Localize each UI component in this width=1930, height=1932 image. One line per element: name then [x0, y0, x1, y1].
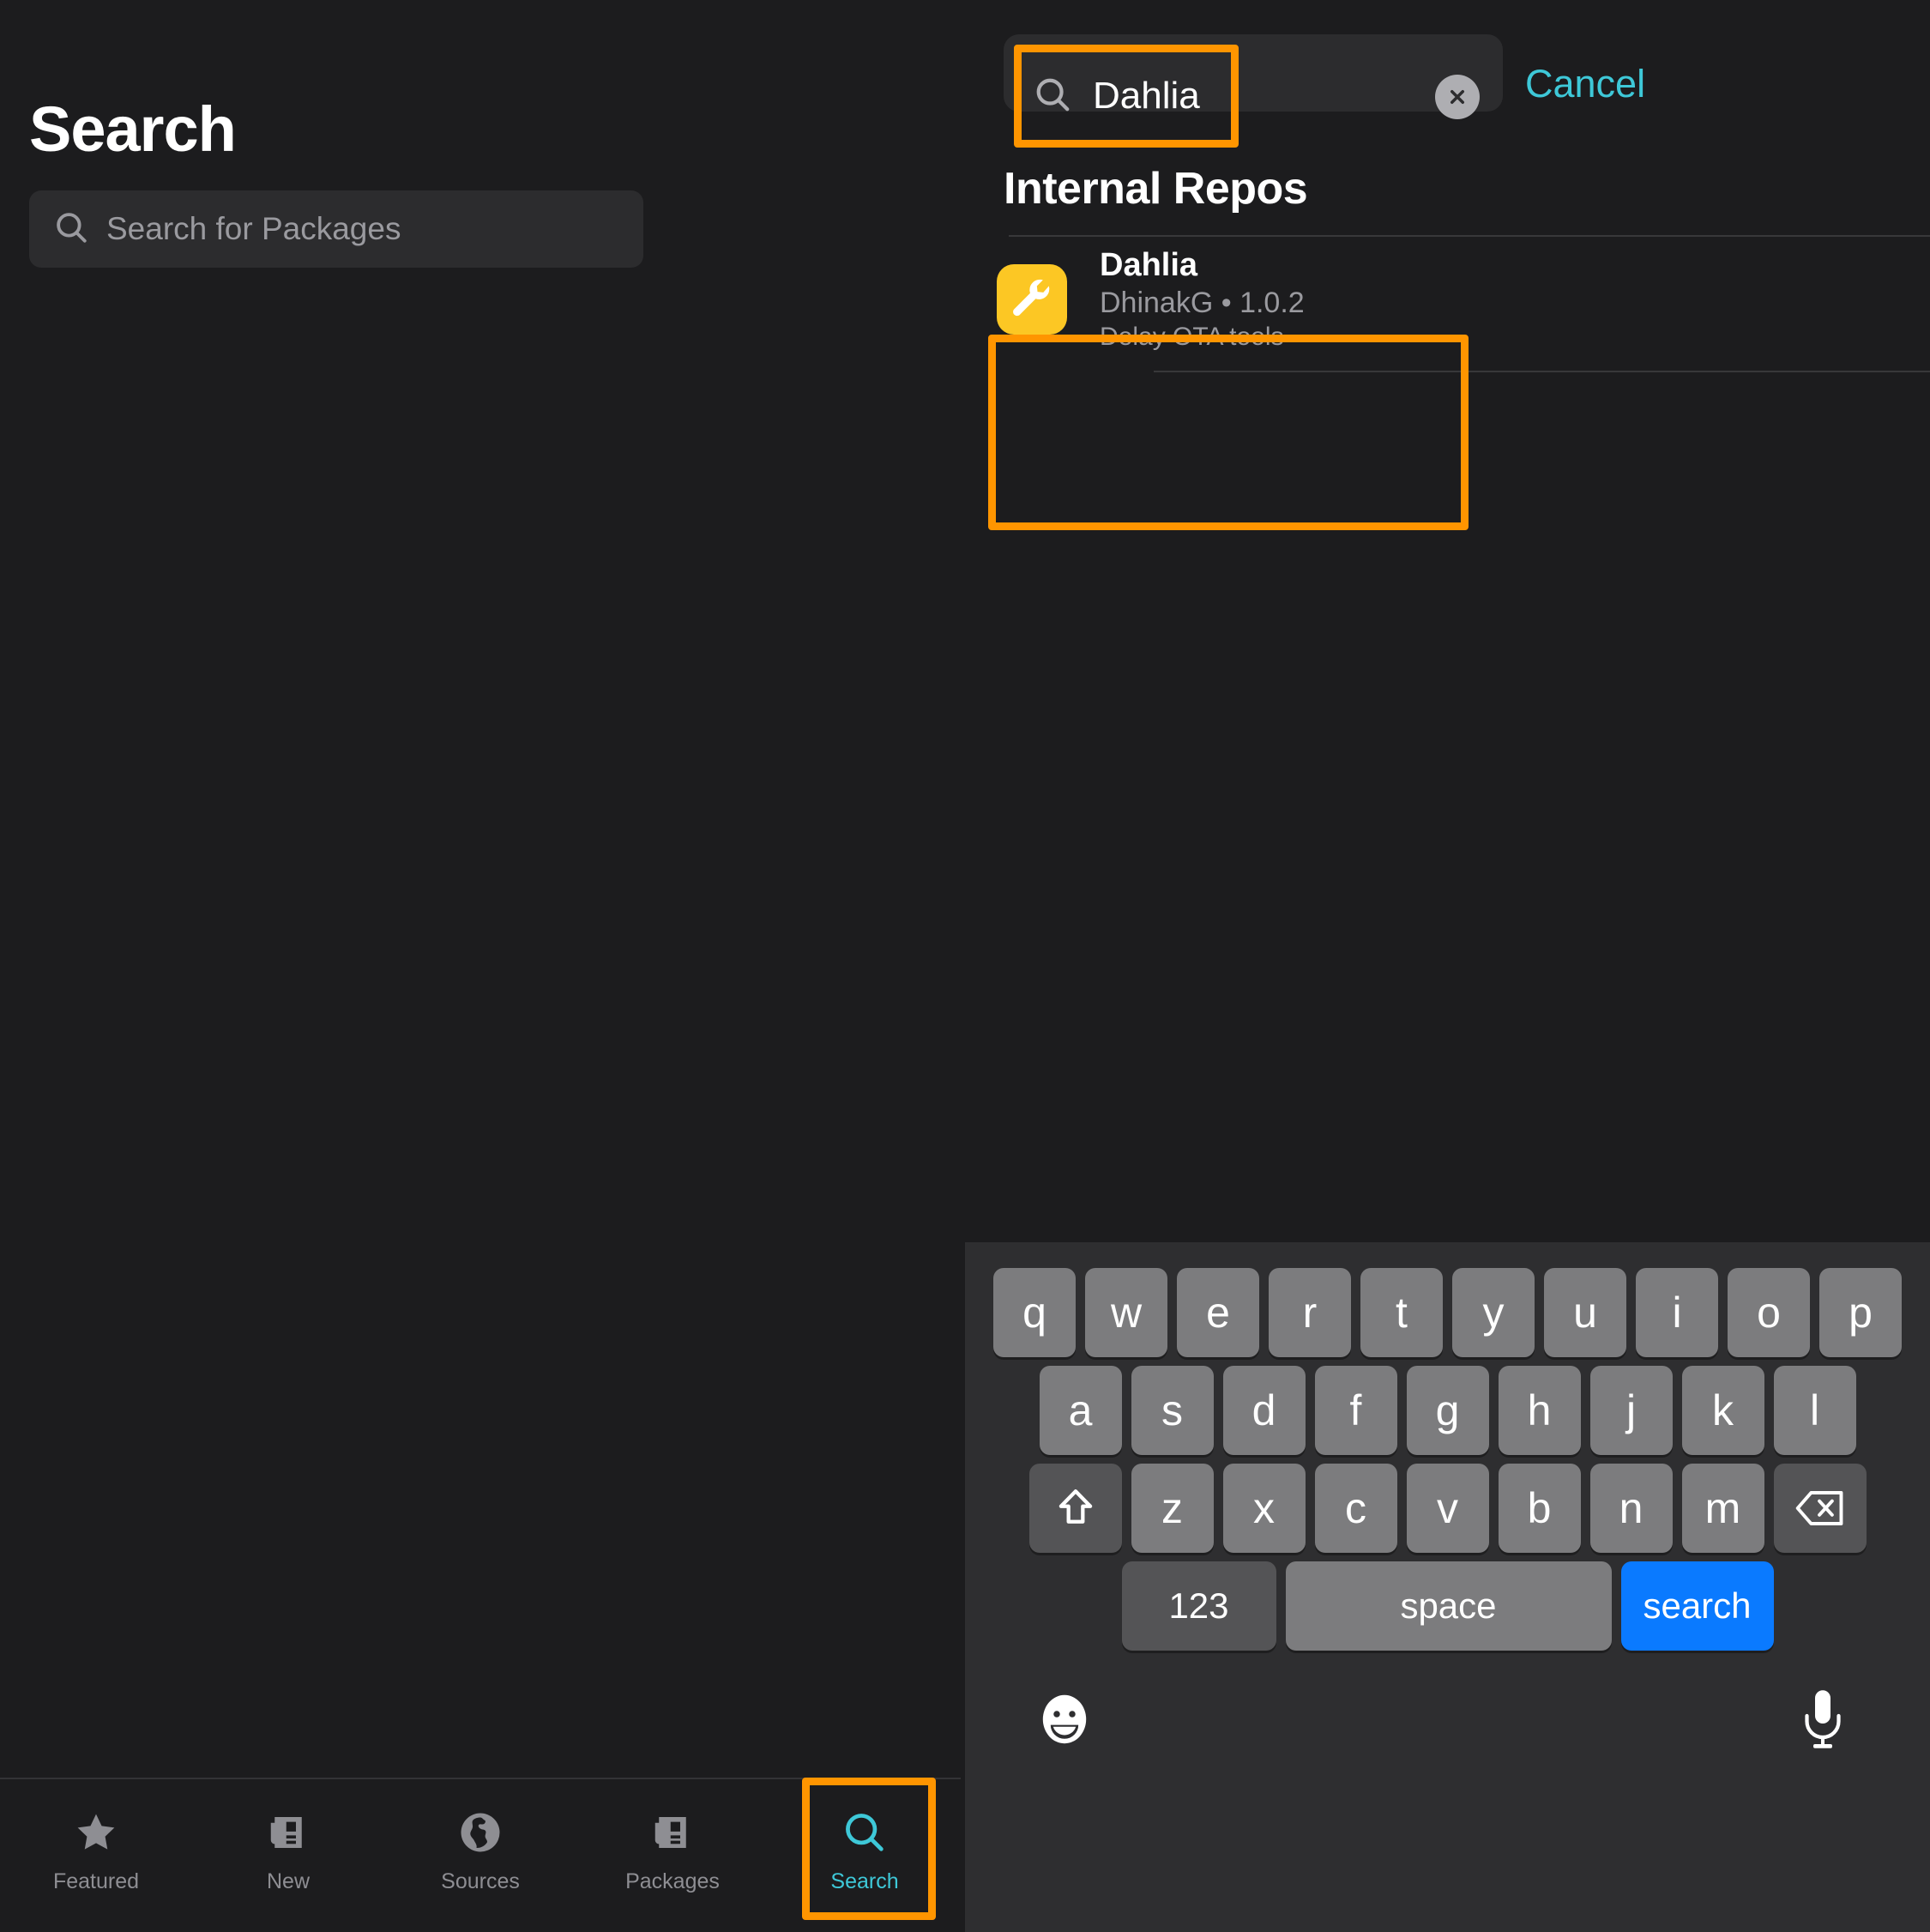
key-v[interactable]: v: [1406, 1464, 1489, 1553]
key-u[interactable]: u: [1544, 1268, 1626, 1357]
search-icon: [53, 209, 89, 250]
app-screen: Search Search for Packages Featured New …: [0, 0, 1930, 1932]
tab-featured[interactable]: Featured: [0, 1779, 192, 1922]
search-icon: [840, 1808, 890, 1857]
package-icon: [648, 1808, 697, 1857]
divider: [1154, 371, 1930, 372]
search-return-key[interactable]: search: [1620, 1561, 1774, 1651]
key-y[interactable]: y: [1452, 1268, 1535, 1357]
keyboard-row-4: 123 space search: [965, 1561, 1930, 1651]
keyboard-row-1: q w e r t y u i o p: [965, 1268, 1930, 1357]
search-bar-row: Dahlia Cancel: [1004, 34, 1930, 146]
search-placeholder-text: Search for Packages: [106, 211, 401, 246]
key-e[interactable]: e: [1177, 1268, 1259, 1357]
divider: [1009, 235, 1930, 237]
on-screen-keyboard: q w e r t y u i o p a s d f g h j k l z …: [965, 1242, 1930, 1932]
package-meta: DhinakG • 1.0.2: [1100, 287, 1305, 319]
key-d[interactable]: d: [1222, 1366, 1306, 1455]
tab-label: Search: [830, 1869, 899, 1893]
cancel-button[interactable]: Cancel: [1525, 62, 1645, 106]
tab-search[interactable]: Search: [769, 1779, 961, 1922]
key-q[interactable]: q: [993, 1268, 1076, 1357]
tab-new[interactable]: New: [192, 1779, 384, 1922]
page-title: Search: [29, 94, 237, 165]
key-x[interactable]: x: [1222, 1464, 1306, 1553]
close-circle-icon[interactable]: [1435, 75, 1480, 119]
tab-sources[interactable]: Sources: [384, 1779, 576, 1922]
emoji-smiley-icon[interactable]: [1034, 1688, 1095, 1750]
keyboard-row-3: z x c v b n m: [965, 1464, 1930, 1553]
section-header: Internal Repos: [1004, 164, 1308, 214]
tab-label: New: [266, 1869, 310, 1893]
key-b[interactable]: b: [1498, 1464, 1581, 1553]
key-i[interactable]: i: [1636, 1268, 1718, 1357]
microphone-icon[interactable]: [1797, 1687, 1849, 1752]
search-input[interactable]: Search for Packages: [29, 190, 643, 268]
key-f[interactable]: f: [1314, 1366, 1397, 1455]
keyboard-utility-row: [965, 1671, 1930, 1791]
tab-label: Packages: [625, 1869, 720, 1893]
package-name: Dahlia: [1100, 247, 1198, 283]
tab-bar: Featured New Sources Packages Search: [0, 1778, 961, 1932]
keyboard-row-2: a s d f g h j k l: [965, 1366, 1930, 1455]
key-o[interactable]: o: [1728, 1268, 1810, 1357]
search-icon: [1033, 75, 1072, 118]
wrench-icon: [997, 264, 1067, 335]
tab-label: Sources: [441, 1869, 520, 1893]
space-key[interactable]: space: [1285, 1561, 1612, 1651]
key-p[interactable]: p: [1819, 1268, 1902, 1357]
key-z[interactable]: z: [1131, 1464, 1214, 1553]
left-pane: Search Search for Packages Featured New …: [0, 0, 961, 1932]
search-query-text: Dahlia: [1093, 75, 1200, 117]
key-s[interactable]: s: [1131, 1366, 1214, 1455]
key-w[interactable]: w: [1085, 1268, 1167, 1357]
key-c[interactable]: c: [1314, 1464, 1397, 1553]
list-item[interactable]: Dahlia DhinakG • 1.0.2 Delay OTA tools: [997, 242, 1460, 357]
key-a[interactable]: a: [1039, 1366, 1122, 1455]
backspace-icon[interactable]: [1773, 1464, 1867, 1553]
package-text-block: Dahlia DhinakG • 1.0.2 Delay OTA tools: [1100, 247, 1305, 352]
key-n[interactable]: n: [1589, 1464, 1673, 1553]
key-r[interactable]: r: [1269, 1268, 1351, 1357]
key-g[interactable]: g: [1406, 1366, 1489, 1455]
globe-icon: [455, 1808, 505, 1857]
key-j[interactable]: j: [1589, 1366, 1673, 1455]
tab-packages[interactable]: Packages: [576, 1779, 769, 1922]
search-query-input[interactable]: Dahlia: [1014, 45, 1239, 148]
package-description: Delay OTA tools: [1100, 323, 1284, 351]
right-pane: Dahlia Cancel Internal Repos Dahlia Dhin…: [961, 0, 1930, 1932]
key-h[interactable]: h: [1498, 1366, 1581, 1455]
shift-arrow-icon[interactable]: [1028, 1464, 1122, 1553]
key-l[interactable]: l: [1773, 1366, 1856, 1455]
tab-label: Featured: [52, 1869, 140, 1893]
key-m[interactable]: m: [1681, 1464, 1764, 1553]
news-icon: [263, 1808, 313, 1857]
numbers-key[interactable]: 123: [1121, 1561, 1276, 1651]
star-icon: [71, 1808, 121, 1857]
key-k[interactable]: k: [1681, 1366, 1764, 1455]
key-t[interactable]: t: [1360, 1268, 1443, 1357]
